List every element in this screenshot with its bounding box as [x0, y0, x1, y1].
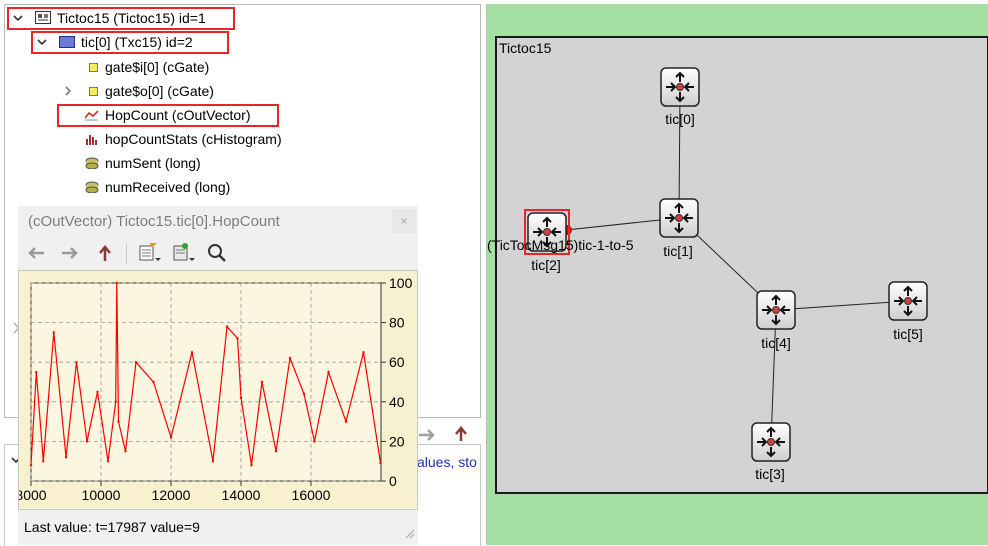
data-point	[260, 380, 264, 384]
options-icon[interactable]	[136, 240, 162, 266]
tree-item-label: numSent (long)	[105, 155, 201, 171]
data-point	[134, 361, 138, 364]
data-point	[236, 337, 239, 340]
node-label: tic[1]	[663, 243, 693, 259]
node-tic0[interactable]	[660, 67, 700, 107]
data-point	[288, 357, 292, 360]
plot-frame	[30, 282, 382, 482]
tree-item-label: gate$o[0] (cGate)	[105, 83, 214, 99]
message-label: (TicTocMsg15)tic-1-to-5	[487, 237, 634, 253]
status-bar: Last value: t=17987 value=9	[24, 519, 200, 535]
y-tick-label: 60	[389, 354, 405, 370]
y-tick-label: 0	[389, 473, 397, 489]
tree-item-label: gate$i[0] (cGate)	[105, 59, 210, 75]
node-label: tic[5]	[893, 326, 923, 342]
chart-area: 0 20 40 60 80 100 8000 10000 12000 14000 16000	[15, 270, 418, 510]
window-title: (cOutVector) Tictoc15.tic[0].HopCount	[28, 213, 280, 230]
data-point	[96, 390, 99, 394]
data-point	[274, 450, 278, 453]
data-point	[211, 460, 215, 463]
y-tick-label: 80	[389, 315, 405, 331]
gate-icon	[89, 87, 98, 96]
data-point	[239, 396, 243, 400]
data-point	[344, 420, 348, 423]
node-tic4[interactable]	[756, 290, 796, 330]
data-point	[75, 361, 78, 364]
x-tick-label: 14000	[222, 487, 261, 503]
toolbar-separator	[126, 244, 127, 264]
data-point	[114, 400, 117, 403]
node-label: tic[2]	[531, 257, 561, 273]
data-point	[225, 325, 229, 328]
toolbar	[18, 240, 418, 268]
data-point	[124, 450, 127, 453]
up-arrow-icon[interactable]	[92, 240, 118, 266]
chevron-right-icon[interactable]	[63, 86, 73, 96]
data-point	[313, 440, 316, 443]
data-point	[379, 461, 382, 465]
y-tick-label: 20	[389, 433, 405, 449]
data-point	[64, 456, 68, 459]
data-point	[115, 281, 118, 285]
x-tick-label: 12000	[152, 487, 191, 503]
network-links	[546, 87, 909, 443]
close-button[interactable]: ×	[392, 209, 416, 233]
highlight-box	[7, 7, 235, 30]
forward-arrow-icon[interactable]	[417, 426, 437, 444]
data-point	[152, 380, 155, 384]
node-tic1[interactable]	[659, 198, 699, 238]
x-tick-label: 10000	[82, 487, 121, 503]
y-tick-label: 40	[389, 394, 405, 410]
node-label: tic[3]	[755, 466, 785, 482]
data-point	[169, 436, 173, 439]
filter-icon[interactable]	[170, 240, 196, 266]
variable-icon	[85, 157, 99, 169]
back-arrow-icon[interactable]	[24, 240, 50, 266]
x-tick-label: 8000	[19, 487, 47, 503]
variable-icon	[85, 181, 99, 193]
x-tick-label: 16000	[292, 487, 331, 503]
hopcount-chart: 0 20 40 60 80 100 8000 10000 12000 14000 16000	[15, 275, 413, 503]
tree-item-label: numReceived (long)	[105, 179, 231, 195]
data-point	[250, 463, 253, 467]
histogram-icon	[86, 135, 97, 145]
gate-icon	[89, 63, 98, 72]
node-label: tic[0]	[665, 111, 695, 127]
data-point	[52, 331, 55, 334]
data-point	[106, 460, 110, 463]
forward-arrow-icon[interactable]	[56, 240, 82, 266]
data-point	[29, 463, 33, 467]
highlight-box	[31, 31, 229, 54]
data-point	[85, 440, 89, 443]
data-point	[362, 351, 365, 354]
data-point	[35, 370, 38, 374]
data-point	[42, 460, 45, 463]
vector-inspector-window: (cOutVector) Tictoc15.tic[0].HopCount × …	[15, 206, 418, 545]
data-point	[117, 420, 120, 423]
search-icon[interactable]	[204, 240, 230, 266]
y-tick-label: 100	[389, 275, 413, 291]
node-label: tic[4]	[761, 335, 791, 351]
data-point	[190, 351, 194, 354]
highlight-box	[57, 104, 279, 127]
tree-item-label: hopCountStats (cHistogram)	[105, 131, 282, 147]
node-tic3[interactable]	[751, 422, 791, 462]
data-point	[327, 370, 330, 374]
node-tic5[interactable]	[888, 281, 928, 321]
data-point	[302, 392, 306, 396]
up-arrow-icon[interactable]	[452, 425, 470, 443]
resize-grip-icon[interactable]	[404, 528, 416, 540]
partial-text: alues, sto	[417, 454, 477, 470]
